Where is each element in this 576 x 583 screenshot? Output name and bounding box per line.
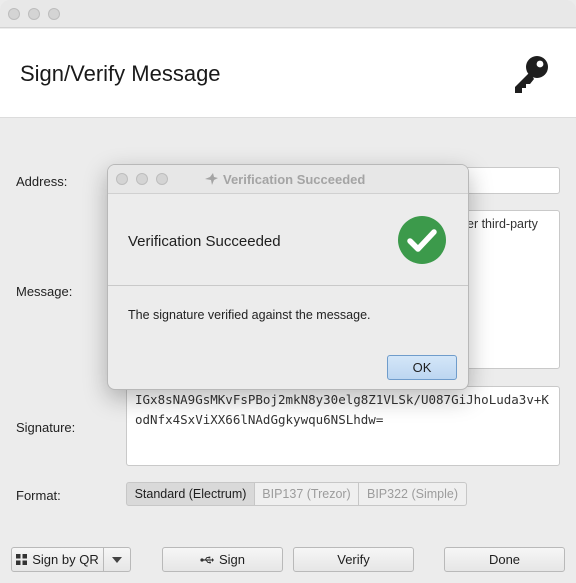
dialog-minimize-button[interactable] <box>136 173 148 185</box>
modal-overlay: Verification Succeeded Verification Succ… <box>0 0 576 583</box>
dialog-close-button[interactable] <box>116 173 128 185</box>
dialog-zoom-button[interactable] <box>156 173 168 185</box>
dialog-titlebar: Verification Succeeded <box>108 165 468 194</box>
dialog-header: Verification Succeeded <box>108 194 468 286</box>
verification-dialog: Verification Succeeded Verification Succ… <box>107 164 469 390</box>
success-check-icon <box>398 216 446 264</box>
dialog-message: The signature verified against the messa… <box>128 308 371 322</box>
dialog-title: Verification Succeeded <box>204 172 365 187</box>
sparrow-bird-icon <box>205 173 218 185</box>
dialog-heading: Verification Succeeded <box>128 233 281 250</box>
ok-button[interactable]: OK <box>387 355 457 380</box>
dialog-title-text: Verification Succeeded <box>223 172 366 187</box>
